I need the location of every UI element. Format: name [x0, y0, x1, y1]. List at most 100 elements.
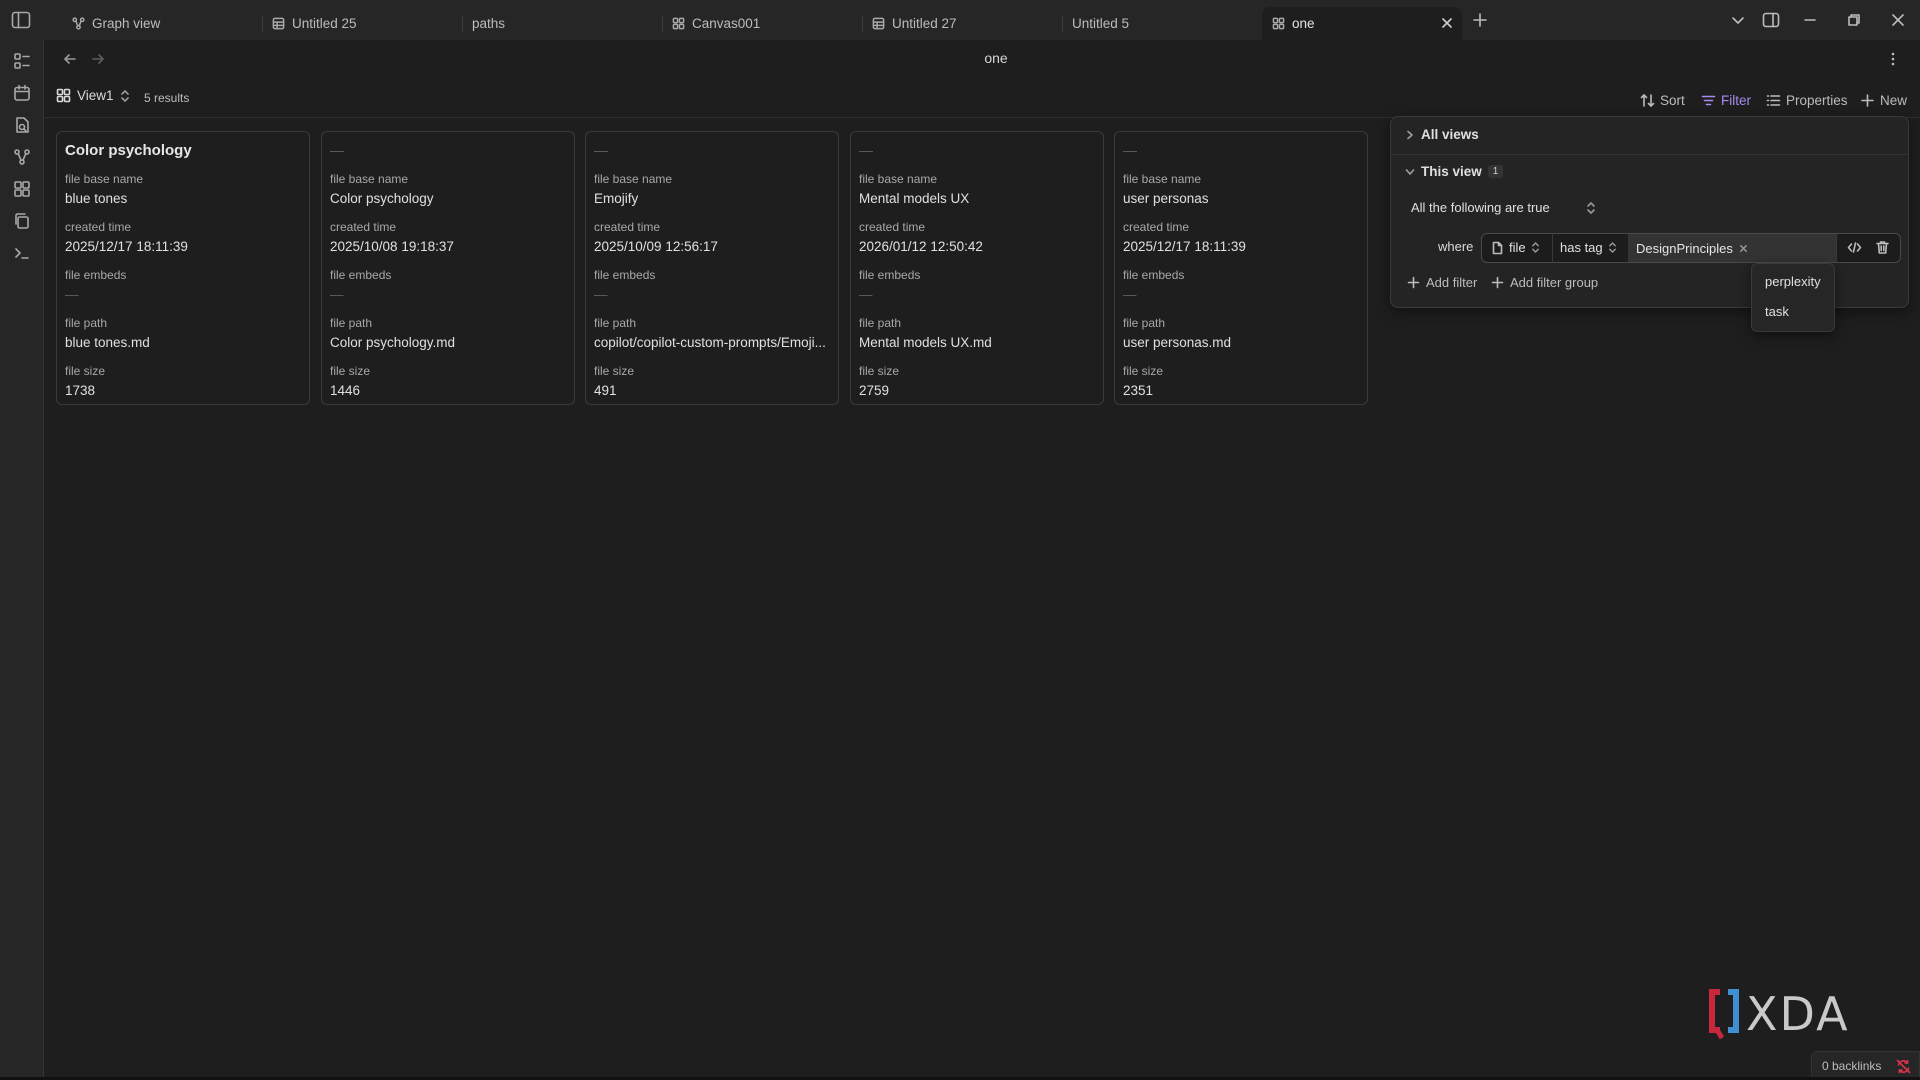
close-icon[interactable]: [1440, 16, 1454, 30]
prop-value-path: blue tones.md: [65, 335, 150, 350]
prop-value-created: 2025/12/17 18:11:39: [65, 239, 188, 254]
left-ribbon: [0, 40, 44, 1080]
view-name: View1: [77, 88, 114, 103]
sort-button[interactable]: Sort: [1636, 88, 1689, 112]
prop-label-size: file size: [859, 364, 900, 378]
prop-label-created: created time: [594, 220, 661, 234]
this-view-section[interactable]: This view 1: [1405, 164, 1504, 179]
chevron-up-down-icon: [1586, 201, 1596, 215]
tag-chip-label: DesignPrinciples: [1636, 240, 1733, 256]
minimize-icon[interactable]: [1802, 12, 1818, 28]
tab-one[interactable]: one: [1262, 7, 1462, 40]
add-filter-group-label: Add filter group: [1510, 275, 1599, 290]
conjunction-label: All the following are true: [1411, 200, 1550, 215]
calendar-icon[interactable]: [13, 84, 31, 102]
canvas-icon[interactable]: [13, 180, 31, 198]
prop-label-created: created time: [1123, 220, 1190, 234]
prop-label-path: file path: [859, 316, 902, 330]
prop-value-base-name: Mental models UX: [859, 191, 970, 206]
card-item[interactable]: Color psychology file base name blue ton…: [56, 131, 310, 405]
tab-untitled-5[interactable]: Untitled 5: [1062, 7, 1258, 40]
trash-icon[interactable]: [1875, 240, 1890, 255]
file-search-icon[interactable]: [13, 116, 31, 134]
prop-value-base-name: Emojify: [594, 191, 639, 206]
code-icon[interactable]: [1847, 240, 1862, 255]
watermark-text: XDA: [1746, 987, 1850, 1041]
where-label: where: [1438, 239, 1474, 254]
restore-icon[interactable]: [1846, 12, 1862, 28]
conjunction-select[interactable]: All the following are true: [1411, 200, 1596, 215]
tab-canvas001[interactable]: Canvas001: [662, 7, 858, 40]
divider: [1391, 154, 1908, 155]
graph-icon: [72, 17, 85, 30]
prop-label-embeds: file embeds: [65, 268, 127, 282]
add-filter-label: Add filter: [1426, 275, 1478, 290]
tab-untitled-27[interactable]: Untitled 27: [862, 7, 1058, 40]
copy-pages-icon[interactable]: [13, 212, 31, 230]
card-item[interactable]: — file base name user personas created t…: [1114, 131, 1368, 405]
add-filter-group-button[interactable]: Add filter group: [1491, 275, 1598, 290]
status-bar: 0 backlinks: [1811, 1051, 1920, 1080]
tab-list-chevron-down-icon[interactable]: [1730, 12, 1746, 28]
page-title: one: [984, 50, 1008, 66]
table-icon: [272, 17, 285, 30]
left-sidebar-toggle-icon[interactable]: [11, 11, 31, 29]
right-sidebar-toggle-icon[interactable]: [1762, 12, 1780, 28]
prop-value-size: 491: [594, 383, 617, 398]
sync-off-icon[interactable]: [1896, 1059, 1911, 1074]
prop-label-created: created time: [65, 220, 132, 234]
suggestion-item[interactable]: task: [1765, 304, 1789, 319]
card-item[interactable]: — file base name Emojify created time 20…: [585, 131, 839, 405]
file-explorer-icon[interactable]: [13, 52, 31, 70]
forward-arrow-icon[interactable]: [90, 51, 106, 67]
prop-value-base-name: Color psychology: [330, 191, 434, 206]
all-views-section[interactable]: All views: [1405, 127, 1479, 142]
xda-logo: XDA: [1709, 987, 1850, 1041]
prop-value-path: Color psychology.md: [330, 335, 456, 350]
backlinks-count[interactable]: 0 backlinks: [1822, 1059, 1881, 1073]
prop-label-path: file path: [65, 316, 108, 330]
filter-label: Filter: [1721, 92, 1751, 108]
prop-label-size: file size: [65, 364, 106, 378]
prop-value-embeds: —: [1123, 287, 1137, 302]
tab-untitled-25[interactable]: Untitled 25: [262, 7, 458, 40]
operator-select[interactable]: has tag: [1560, 240, 1617, 255]
prop-value-created: 2026/01/12 12:50:42: [859, 239, 983, 254]
filter-button[interactable]: Filter: [1697, 88, 1755, 112]
property-select[interactable]: file: [1491, 240, 1540, 255]
plus-icon: [1860, 93, 1875, 108]
properties-button[interactable]: Properties: [1762, 88, 1852, 112]
tab-label: Untitled 27: [892, 16, 957, 31]
new-button[interactable]: New: [1856, 88, 1911, 112]
terminal-icon[interactable]: [13, 244, 31, 262]
card-item[interactable]: — file base name Mental models UX create…: [850, 131, 1104, 405]
card-item[interactable]: — file base name Color psychology create…: [321, 131, 575, 405]
remove-tag-icon[interactable]: [1739, 244, 1748, 253]
prop-label-path: file path: [594, 316, 637, 330]
more-options-icon[interactable]: [1885, 51, 1901, 67]
suggestion-item[interactable]: perplexity: [1765, 274, 1821, 289]
tab-graph-view[interactable]: Graph view: [62, 7, 258, 40]
back-arrow-icon[interactable]: [62, 51, 78, 67]
add-filter-button[interactable]: Add filter: [1407, 275, 1477, 290]
property-label: file: [1509, 240, 1526, 255]
graph-view-icon[interactable]: [13, 148, 31, 166]
tab-paths[interactable]: paths: [462, 7, 658, 40]
chevron-right-icon: [1405, 130, 1415, 140]
card-title: —: [1123, 142, 1137, 158]
chevron-up-down-icon: [1608, 241, 1617, 254]
prop-label-size: file size: [1123, 364, 1164, 378]
divider: [1836, 234, 1837, 262]
new-label: New: [1880, 92, 1908, 108]
new-tab-icon[interactable]: [1472, 12, 1488, 28]
prop-label-embeds: file embeds: [859, 268, 921, 282]
tab-label: Canvas001: [692, 16, 761, 31]
close-window-icon[interactable]: [1890, 12, 1906, 28]
prop-value-embeds: —: [859, 287, 873, 302]
prop-value-created: 2025/10/08 19:18:37: [330, 239, 454, 254]
prop-value-embeds: —: [330, 287, 344, 302]
prop-label-created: created time: [330, 220, 397, 234]
operator-label: has tag: [1560, 240, 1603, 255]
view-switcher[interactable]: View1: [56, 88, 130, 103]
tag-value-input[interactable]: DesignPrinciples: [1628, 234, 1836, 262]
